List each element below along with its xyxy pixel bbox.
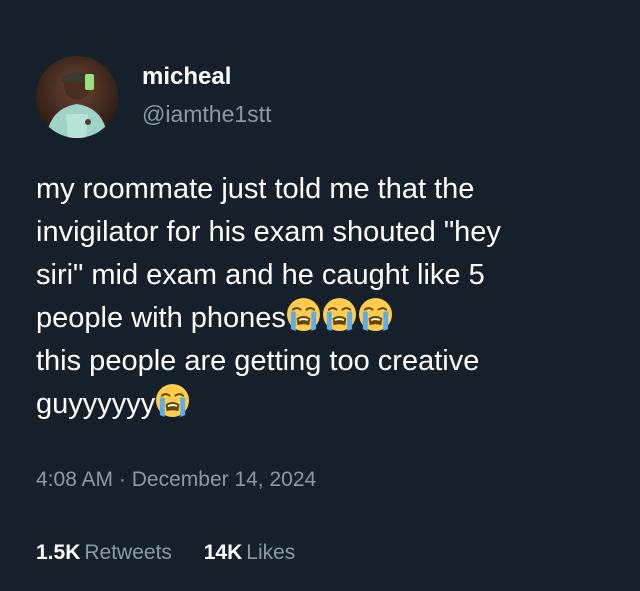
retweets-count: 1.5K — [36, 541, 81, 564]
avatar[interactable] — [36, 56, 118, 138]
tweet-date: December 14, 2024 — [131, 468, 317, 491]
tweet-timestamp[interactable]: 4:08 AM · December 14, 2024 — [36, 466, 316, 494]
likes-stat[interactable]: 14K Likes — [204, 539, 296, 567]
separator-dot: · — [118, 468, 126, 491]
tweet-line: my roommate just told me that the — [36, 173, 475, 205]
display-name[interactable]: micheal — [142, 62, 231, 92]
tweet-line-with-emoji: guyyyyyy — [36, 383, 626, 426]
tweet-line-text: people with phones — [36, 302, 286, 334]
loudly-crying-face-icon — [155, 383, 190, 418]
retweets-stat[interactable]: 1.5K Retweets — [36, 539, 172, 567]
loudly-crying-face-icon — [286, 297, 321, 332]
tweet-line: siri" mid exam and he caught like 5 — [36, 259, 485, 291]
loudly-crying-face-icon — [322, 297, 357, 332]
loudly-crying-face-icon — [358, 297, 393, 332]
engagement-stats: 1.5K Retweets 14K Likes — [36, 539, 321, 567]
user-handle[interactable]: @iamthe1stt — [142, 99, 271, 129]
retweets-label: Retweets — [84, 541, 172, 564]
likes-label: Likes — [246, 541, 296, 564]
tweet-text: my roommate just told me that the invigi… — [36, 168, 626, 426]
tweet-line-text: guyyyyyy — [36, 388, 156, 420]
tweet-card: micheal @iamthe1stt my roommate just tol… — [0, 0, 640, 591]
tweet-time: 4:08 AM — [36, 468, 114, 491]
tweet-line: invigilator for his exam shouted "hey — [36, 216, 501, 248]
likes-count: 14K — [203, 541, 243, 564]
tweet-line: this people are getting too creative — [36, 345, 480, 377]
tweet-line-with-emoji: people with phones — [36, 297, 626, 340]
